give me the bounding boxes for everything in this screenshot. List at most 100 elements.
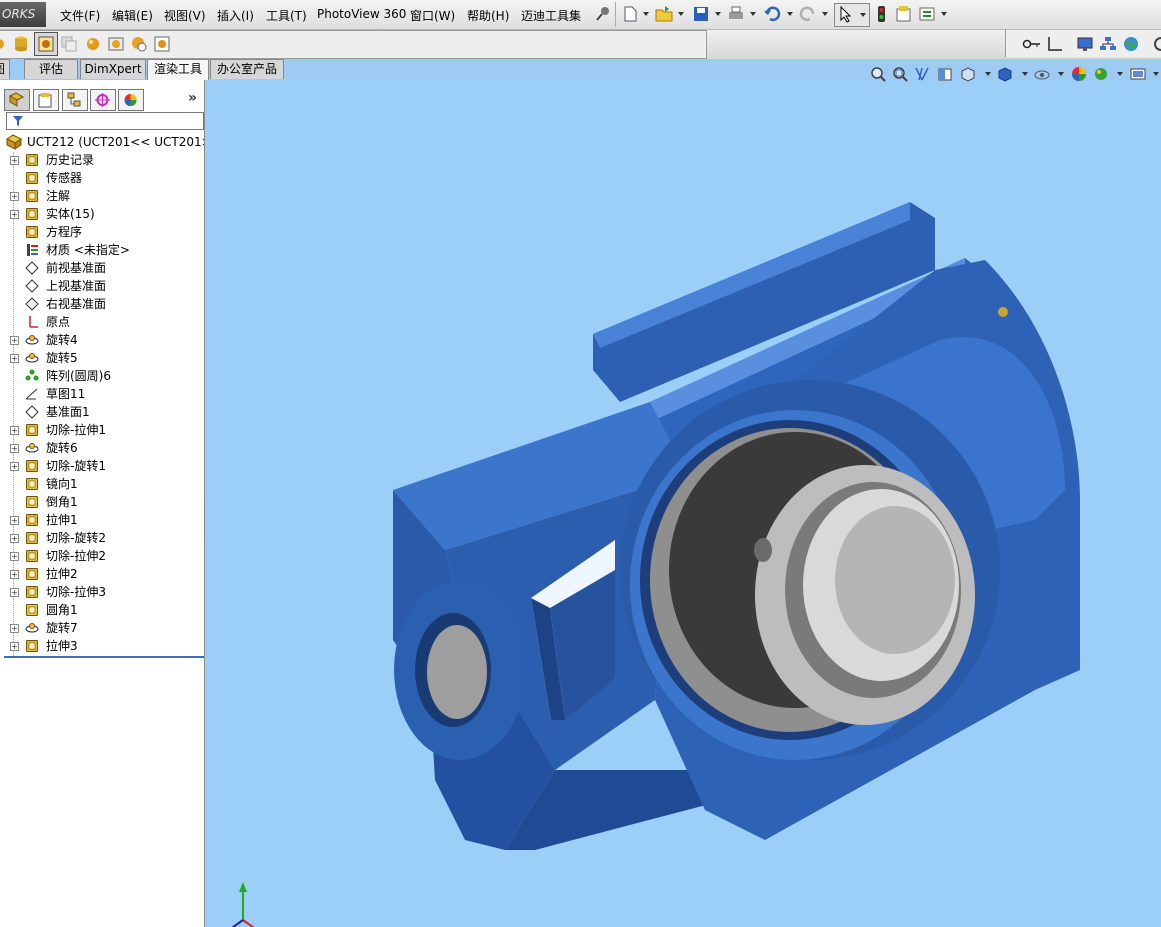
- menu-maidi-tools[interactable]: 迈迪工具集: [521, 7, 581, 24]
- expand-plus-icon[interactable]: +: [10, 534, 19, 543]
- configuration-manager-tab[interactable]: [62, 89, 88, 111]
- tree-item[interactable]: 阵列(圆周)6: [8, 368, 204, 386]
- tree-item[interactable]: + 拉伸3: [8, 638, 204, 656]
- menu-edit[interactable]: 编辑(E): [112, 7, 153, 24]
- chevron-down-icon[interactable]: [787, 12, 793, 16]
- tree-item[interactable]: 传感器: [8, 170, 204, 188]
- tree-item[interactable]: + 注解: [8, 188, 204, 206]
- expand-plus-icon[interactable]: +: [10, 210, 19, 219]
- rollback-bar[interactable]: [4, 656, 204, 658]
- chevron-down-icon[interactable]: [985, 72, 991, 76]
- tree-item[interactable]: + 旋转4: [8, 332, 204, 350]
- property-manager-tab[interactable]: [33, 89, 59, 111]
- render-icon[interactable]: [0, 35, 6, 53]
- tree-item[interactable]: + 切除-旋转1: [8, 458, 204, 476]
- database-icon[interactable]: [12, 35, 30, 53]
- tree-item[interactable]: + 切除-拉伸1: [8, 422, 204, 440]
- expand-plus-icon[interactable]: +: [10, 516, 19, 525]
- final-render-icon[interactable]: [153, 35, 171, 53]
- redo-icon[interactable]: [799, 5, 817, 23]
- tab-dimxpert[interactable]: DimXpert: [80, 59, 146, 79]
- key-icon[interactable]: [1022, 35, 1042, 53]
- menu-file[interactable]: 文件(F): [60, 7, 100, 24]
- tab-office-products[interactable]: 办公室产品: [210, 59, 284, 79]
- tree-item[interactable]: 基准面1: [8, 404, 204, 422]
- tree-item[interactable]: 倒角1: [8, 494, 204, 512]
- tab-sketch[interactable]: 图: [0, 59, 10, 79]
- network-icon[interactable]: [1099, 35, 1117, 53]
- tree-item[interactable]: + 旋转5: [8, 350, 204, 368]
- preview-render-button[interactable]: [34, 32, 58, 56]
- bearing-housing-model[interactable]: [205, 80, 1161, 927]
- globe-icon[interactable]: [1122, 35, 1140, 53]
- tree-item[interactable]: + 切除-旋转2: [8, 530, 204, 548]
- chevron-down-icon[interactable]: [1117, 72, 1123, 76]
- monitor-icon[interactable]: [1076, 35, 1094, 53]
- chevron-down-icon[interactable]: [941, 12, 947, 16]
- appearance-icon[interactable]: [84, 35, 102, 53]
- tree-item[interactable]: + 旋转7: [8, 620, 204, 638]
- tree-item[interactable]: 镜向1: [8, 476, 204, 494]
- expand-plus-icon[interactable]: +: [10, 354, 19, 363]
- graphics-viewport[interactable]: [205, 67, 1161, 927]
- menu-window[interactable]: 窗口(W): [410, 7, 455, 24]
- tab-evaluate[interactable]: 评估: [24, 59, 78, 79]
- expand-plus-icon[interactable]: +: [10, 336, 19, 345]
- tree-item[interactable]: + 历史记录: [8, 152, 204, 170]
- tree-item[interactable]: + 拉伸1: [8, 512, 204, 530]
- new-document-icon[interactable]: [621, 5, 639, 23]
- chevron-down-icon[interactable]: [1153, 72, 1159, 76]
- dimxpert-manager-tab[interactable]: [90, 89, 116, 111]
- expand-plus-icon[interactable]: +: [10, 192, 19, 201]
- expand-plus-icon[interactable]: +: [10, 642, 19, 651]
- pin-icon[interactable]: [594, 5, 612, 23]
- save-icon[interactable]: [692, 5, 710, 23]
- chevron-down-icon[interactable]: [678, 12, 684, 16]
- print-icon[interactable]: [727, 5, 745, 23]
- expand-plus-icon[interactable]: +: [10, 552, 19, 561]
- select-tool-button[interactable]: [834, 3, 870, 27]
- tree-item[interactable]: 原点: [8, 314, 204, 332]
- tree-item[interactable]: 上视基准面: [8, 278, 204, 296]
- chevron-down-icon[interactable]: [1058, 72, 1064, 76]
- options-icon[interactable]: [918, 5, 936, 23]
- file-properties-icon[interactable]: [895, 5, 913, 23]
- decal-icon[interactable]: [130, 35, 148, 53]
- tree-root-part[interactable]: UCT212 (UCT201<< UCT201>: [6, 134, 204, 150]
- tree-item[interactable]: 材质 <未指定>: [8, 242, 204, 260]
- expand-plus-icon[interactable]: +: [10, 588, 19, 597]
- tab-render-tools[interactable]: 渲染工具: [147, 59, 209, 81]
- tree-item[interactable]: + 拉伸2: [8, 566, 204, 584]
- expand-plus-icon[interactable]: +: [10, 570, 19, 579]
- chevron-down-icon[interactable]: [750, 12, 756, 16]
- expand-plus-icon[interactable]: +: [10, 426, 19, 435]
- chevron-down-icon[interactable]: [1022, 72, 1028, 76]
- feature-manager-tab[interactable]: [4, 89, 30, 111]
- chevron-down-icon[interactable]: [643, 12, 649, 16]
- undo-icon[interactable]: [763, 5, 781, 23]
- dimension-icon[interactable]: [1046, 35, 1064, 53]
- settings-icon[interactable]: [1152, 35, 1161, 53]
- chevron-down-icon[interactable]: [822, 12, 828, 16]
- tree-item[interactable]: + 实体(15): [8, 206, 204, 224]
- tree-filter-field[interactable]: [6, 112, 204, 130]
- tree-item[interactable]: + 旋转6: [8, 440, 204, 458]
- scene-icon[interactable]: [107, 35, 125, 53]
- chevron-down-icon[interactable]: [715, 12, 721, 16]
- chevron-down-icon[interactable]: [860, 13, 866, 17]
- panel-expand-chevron-icon[interactable]: »: [188, 90, 197, 106]
- menu-help[interactable]: 帮助(H): [467, 7, 509, 24]
- tree-item[interactable]: 方程序: [8, 224, 204, 242]
- rebuild-traffic-light-icon[interactable]: [872, 5, 890, 23]
- tree-item[interactable]: 前视基准面: [8, 260, 204, 278]
- expand-plus-icon[interactable]: +: [10, 624, 19, 633]
- expand-plus-icon[interactable]: +: [10, 156, 19, 165]
- menu-photoview[interactable]: PhotoView 360: [317, 7, 406, 21]
- menu-insert[interactable]: 插入(I): [217, 7, 254, 24]
- expand-plus-icon[interactable]: +: [10, 462, 19, 471]
- tree-item[interactable]: 圆角1: [8, 602, 204, 620]
- tree-item[interactable]: 右视基准面: [8, 296, 204, 314]
- menu-tools[interactable]: 工具(T): [266, 7, 307, 24]
- display-manager-tab[interactable]: [118, 89, 144, 111]
- menu-view[interactable]: 视图(V): [164, 7, 206, 24]
